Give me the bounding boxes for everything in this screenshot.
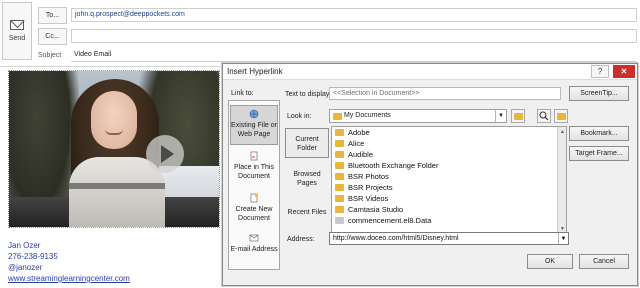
- folder-icon: [335, 162, 344, 169]
- close-button[interactable]: ✕: [613, 65, 635, 78]
- side-current-folder[interactable]: Current Folder: [285, 128, 329, 158]
- help-button[interactable]: ?: [591, 65, 609, 78]
- file-icon: [335, 217, 344, 224]
- text-to-display-label: Text to display:: [285, 91, 332, 98]
- link-to-place-in-document[interactable]: Place in This Document: [230, 151, 278, 185]
- to-button[interactable]: To...: [38, 7, 67, 24]
- address-value: http://www.doceo.com/html5/Disney.html: [333, 235, 459, 242]
- file-name: BSR Projects: [348, 183, 393, 192]
- file-row[interactable]: BSR Videos: [332, 193, 566, 204]
- link-to-label-existing: Existing File or Web Page: [231, 122, 277, 138]
- ok-button[interactable]: OK: [527, 254, 573, 269]
- folder-icon: [335, 140, 344, 147]
- signature-handle: @janozer: [8, 263, 43, 272]
- file-row[interactable]: Adobe: [332, 127, 566, 138]
- play-icon[interactable]: [146, 135, 184, 173]
- folder-icon: [333, 113, 342, 120]
- subject-field[interactable]: Video Email: [71, 48, 637, 62]
- file-name: Alice: [348, 139, 365, 148]
- file-list-scrollbar[interactable]: ▲ ▼: [557, 127, 566, 233]
- file-row[interactable]: Bluetooth Exchange Folder: [332, 160, 566, 171]
- signature-website-link[interactable]: www.streaminglearningcenter.com: [8, 273, 130, 284]
- look-in-side-list: Current Folder Browsed Pages Recent File…: [285, 128, 329, 236]
- link-to-panel: Existing File or Web Page Place in This …: [228, 100, 280, 270]
- folder-icon: [335, 173, 344, 180]
- look-in-value: My Documents: [344, 112, 391, 119]
- file-name: Camtasia Studio: [348, 205, 404, 214]
- screentip-button[interactable]: ScreenTip...: [569, 86, 629, 101]
- browse-file-icon[interactable]: [554, 109, 568, 123]
- chevron-down-icon[interactable]: ▼: [558, 233, 568, 244]
- compose-header: Send To... john.q.prospect@deeppockets.c…: [0, 0, 640, 66]
- address-input[interactable]: http://www.doceo.com/html5/Disney.html ▼: [329, 232, 569, 245]
- target-frame-button[interactable]: Target Frame...: [569, 146, 629, 161]
- link-to-email-address[interactable]: E-mail Address: [230, 233, 278, 267]
- file-row[interactable]: Audible: [332, 149, 566, 160]
- to-field[interactable]: john.q.prospect@deeppockets.com: [71, 8, 637, 22]
- subject-label: Subject: [38, 52, 62, 59]
- file-name: BSR Photos: [348, 172, 389, 181]
- link-to-label-place: Place in This Document: [234, 164, 274, 180]
- side-recent-files[interactable]: Recent Files: [285, 204, 329, 228]
- look-in-label: Look in:: [287, 113, 312, 120]
- browse-folder-icon[interactable]: [511, 109, 525, 123]
- insert-hyperlink-dialog: Insert Hyperlink ? ✕ Link to: Existing F…: [222, 63, 638, 286]
- search-icon: [539, 111, 549, 121]
- signature-name: Jan Ozer: [8, 241, 41, 250]
- dialog-titlebar: Insert Hyperlink ? ✕: [223, 64, 637, 80]
- file-row[interactable]: Alice: [332, 138, 566, 149]
- file-row[interactable]: Camtasia Studio: [332, 204, 566, 215]
- text-to-display-input[interactable]: <<Selection in Document>>: [329, 87, 561, 100]
- video-thumbnail[interactable]: [8, 70, 220, 228]
- folder-icon: [335, 195, 344, 202]
- email-signature: Jan Ozer 276-238-9135 @janozer www.strea…: [8, 240, 130, 284]
- dialog-title: Insert Hyperlink: [227, 67, 283, 76]
- link-to-label-email: E-mail Address: [230, 246, 278, 253]
- file-row[interactable]: commencement.el8.Data: [332, 215, 566, 226]
- cc-button[interactable]: Cc...: [38, 28, 67, 45]
- file-name: BSR Videos: [348, 194, 389, 203]
- chevron-down-icon[interactable]: ▼: [495, 110, 506, 122]
- signature-phone: 276-238-9135: [8, 252, 58, 261]
- folder-icon: [335, 129, 344, 136]
- globe-file-icon: [249, 109, 259, 119]
- folder-icon: [335, 151, 344, 158]
- browse-web-icon[interactable]: [537, 109, 551, 123]
- file-row[interactable]: BSR Photos: [332, 171, 566, 182]
- file-list[interactable]: Adobe Alice Audible Bluetooth Exchange F…: [331, 126, 567, 234]
- bookmark-button[interactable]: Bookmark...: [569, 126, 629, 141]
- folder-icon: [335, 184, 344, 191]
- file-name: Adobe: [348, 128, 370, 137]
- video-person-jacket: [69, 157, 165, 227]
- file-row[interactable]: BSR Projects: [332, 182, 566, 193]
- envelope-icon: [10, 20, 24, 30]
- email-icon: [249, 234, 259, 242]
- address-label: Address:: [287, 236, 315, 243]
- file-name: Bluetooth Exchange Folder: [348, 161, 439, 170]
- link-to-label-new: Create New Document: [235, 206, 273, 222]
- document-place-icon: [250, 151, 258, 161]
- send-button[interactable]: Send: [2, 2, 32, 60]
- new-document-icon: [250, 193, 259, 203]
- video-person-face: [91, 91, 137, 149]
- side-browsed-pages[interactable]: Browsed Pages: [285, 166, 329, 190]
- video-person-jacket-stripe: [69, 183, 165, 189]
- folder-icon: [335, 206, 344, 213]
- scroll-up-icon[interactable]: ▲: [558, 127, 567, 136]
- file-name: Audible: [348, 150, 374, 159]
- link-to-existing-file[interactable]: Existing File or Web Page: [230, 105, 278, 145]
- look-in-select[interactable]: My Documents ▼: [329, 109, 507, 123]
- file-name: commencement.el8.Data: [348, 216, 432, 225]
- cc-field[interactable]: [71, 29, 637, 43]
- link-to-new-document[interactable]: Create New Document: [230, 193, 278, 227]
- link-to-label: Link to:: [231, 90, 254, 97]
- send-label: Send: [8, 35, 26, 42]
- cancel-button[interactable]: Cancel: [579, 254, 629, 269]
